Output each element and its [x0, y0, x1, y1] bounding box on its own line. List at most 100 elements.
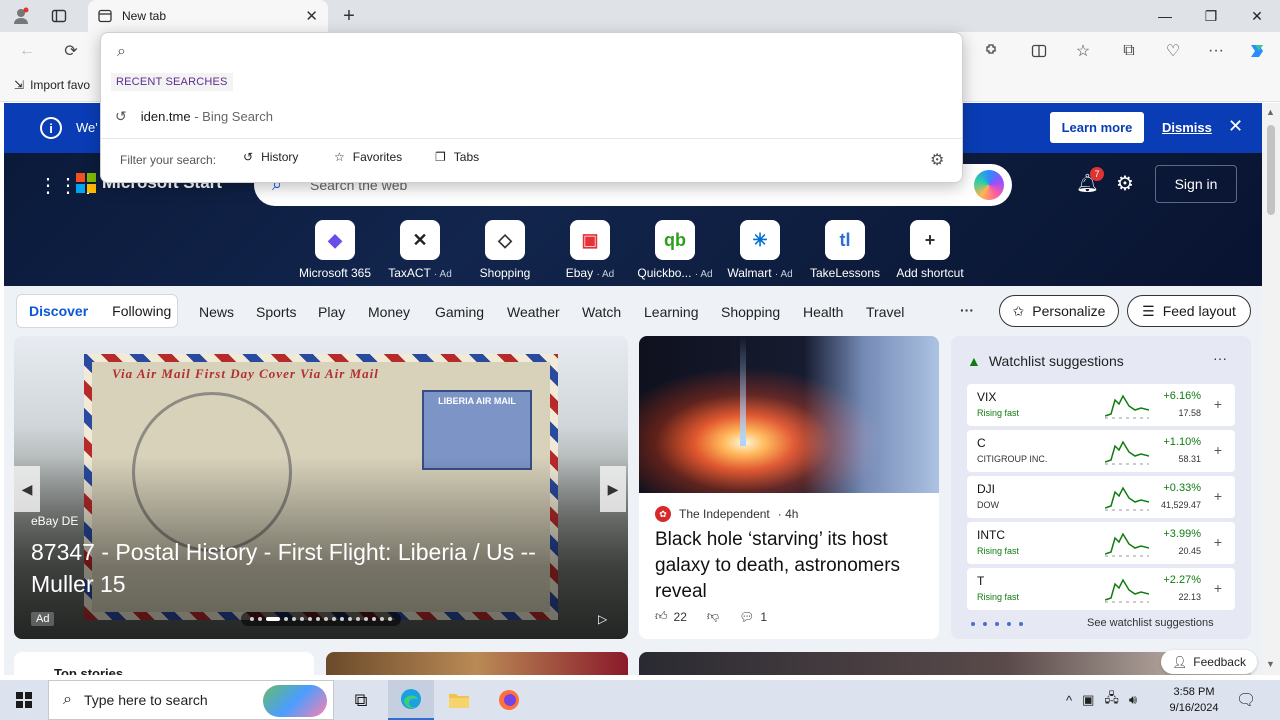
filter-history[interactable]: ↺ History: [243, 150, 298, 164]
tray-overflow-icon[interactable]: ^: [1066, 693, 1072, 708]
shortcut-tile[interactable]: ◆ Microsoft 365: [291, 220, 379, 280]
filter-tabs[interactable]: ❐ Tabs: [435, 150, 479, 164]
scroll-up-icon[interactable]: ▲: [1266, 107, 1275, 117]
watchlist-more-button[interactable]: ···: [1213, 350, 1227, 366]
tab-travel[interactable]: Travel: [866, 304, 904, 320]
notifications-icon[interactable]: 🔔︎ 7: [1076, 167, 1104, 194]
thumbs-up-icon[interactable]: 👍︎: [655, 609, 668, 624]
start-button[interactable]: [0, 680, 48, 720]
firefox-icon[interactable]: [486, 680, 532, 720]
shortcut-tile[interactable]: ▣ Ebay · Ad: [546, 220, 634, 280]
shortcut-tile[interactable]: ✳ Walmart · Ad: [716, 220, 804, 280]
split-screen-icon[interactable]: [1026, 39, 1052, 63]
close-tab-icon[interactable]: ✕: [305, 7, 318, 25]
shortcut-tile[interactable]: qb Quickbo... · Ad: [631, 220, 719, 280]
volume-icon[interactable]: 🔊︎: [1129, 692, 1137, 708]
notification-center-icon[interactable]: 🗨︎: [1236, 690, 1256, 710]
tab-gaming[interactable]: Gaming: [435, 304, 484, 320]
tab-actions-icon[interactable]: [46, 4, 72, 28]
tab-health[interactable]: Health: [803, 304, 843, 320]
top-stories-card[interactable]: Top stories: [14, 652, 314, 675]
scroll-down-icon[interactable]: ▼: [1266, 659, 1275, 669]
taskbar-search[interactable]: ⌕ Type here to search: [48, 680, 334, 720]
filter-favorites[interactable]: ☆ Favorites: [334, 150, 402, 164]
settings-more-icon[interactable]: ···: [1203, 39, 1229, 63]
add-to-watchlist-icon[interactable]: +: [1211, 443, 1225, 457]
network-icon[interactable]: 🖧︎: [1104, 689, 1119, 711]
food-image-card[interactable]: [326, 652, 628, 675]
tab-weather[interactable]: Weather: [507, 304, 560, 320]
search-highlight-icon[interactable]: [263, 685, 327, 717]
carousel-next-icon[interactable]: ▶: [600, 466, 626, 512]
tab-play[interactable]: Play: [318, 304, 345, 320]
stock-row[interactable]: DJI DOW +0.33% 41,529.47 +: [967, 476, 1235, 518]
page-scrollbar[interactable]: ▲ ▼: [1262, 103, 1280, 675]
add-to-watchlist-icon[interactable]: +: [1211, 397, 1225, 411]
dismiss-link[interactable]: Dismiss: [1162, 120, 1212, 135]
stock-row[interactable]: VIX Rising fast +6.16% 17.58 +: [967, 384, 1235, 426]
watchlist-title[interactable]: Watchlist suggestions: [989, 353, 1124, 369]
feed-layout-button[interactable]: ☰ Feed layout: [1127, 295, 1251, 327]
adchoices-icon[interactable]: ▷: [598, 612, 607, 626]
profile-icon[interactable]: [8, 4, 34, 28]
add-to-watchlist-icon[interactable]: +: [1211, 489, 1225, 503]
photo-card[interactable]: [639, 652, 1251, 675]
shortcut-tile[interactable]: + Add shortcut: [886, 220, 974, 280]
device-icon[interactable]: ▣: [1082, 692, 1094, 708]
tab-sports[interactable]: Sports: [256, 304, 296, 320]
watchlist-pager[interactable]: [971, 622, 1023, 626]
shortcut-tile[interactable]: ◇ Shopping: [461, 220, 549, 280]
shortcut-tile[interactable]: ✕ TaxACT · Ad: [376, 220, 464, 280]
carousel-prev-icon[interactable]: ◀: [14, 466, 40, 512]
close-window-button[interactable]: ✕: [1234, 0, 1280, 32]
featured-ad-card[interactable]: Via Air Mail First Day Cover Via Air Mai…: [14, 336, 628, 639]
copilot-icon[interactable]: [1244, 39, 1270, 63]
learn-more-button[interactable]: Learn more: [1050, 112, 1144, 143]
tab-news[interactable]: News: [199, 304, 234, 320]
edge-taskbar-icon[interactable]: [388, 680, 434, 720]
news-card[interactable]: ✿ The Independent · 4h Black hole ‘starv…: [639, 336, 939, 639]
shortcut-tile[interactable]: tl TakeLessons: [801, 220, 889, 280]
discover-tab[interactable]: Discover: [17, 303, 100, 319]
browser-essentials-icon[interactable]: ♡: [1160, 39, 1186, 63]
tab-shopping[interactable]: Shopping: [721, 304, 780, 320]
tab-money[interactable]: Money: [368, 304, 410, 320]
close-banner-icon[interactable]: ✕: [1228, 116, 1243, 137]
tab-watch[interactable]: Watch: [582, 304, 621, 320]
news-title[interactable]: Black hole ‘starving’ its host galaxy to…: [655, 527, 930, 605]
copilot-search-icon[interactable]: [974, 170, 1004, 200]
back-icon[interactable]: ←: [14, 39, 40, 63]
recent-search-item[interactable]: ↺ iden.tme - Bing Search: [115, 105, 950, 127]
thumbs-down-icon[interactable]: 👎︎: [707, 609, 719, 624]
search-settings-icon[interactable]: ⚙: [930, 150, 944, 170]
file-explorer-icon[interactable]: [436, 680, 482, 720]
see-watchlist-link[interactable]: See watchlist suggestions: [1087, 617, 1214, 629]
stock-row[interactable]: INTC Rising fast +3.99% 20.45 +: [967, 522, 1235, 564]
collections-icon[interactable]: ⧉: [1116, 39, 1142, 63]
tab-learning[interactable]: Learning: [644, 304, 699, 320]
feedback-button[interactable]: 👤︎ Feedback: [1161, 650, 1257, 674]
taskbar-clock[interactable]: 3:58 PM 9/16/2024: [1164, 684, 1224, 716]
personalize-button[interactable]: ✩ Personalize: [999, 295, 1119, 327]
add-to-watchlist-icon[interactable]: +: [1211, 535, 1225, 549]
add-to-watchlist-icon[interactable]: +: [1211, 581, 1225, 595]
scrollbar-thumb[interactable]: [1267, 125, 1275, 215]
following-tab[interactable]: Following: [100, 303, 183, 319]
new-tab-button[interactable]: +: [336, 3, 362, 29]
extensions-icon[interactable]: [978, 39, 1004, 63]
comment-icon[interactable]: 💬︎: [739, 610, 754, 624]
page-settings-icon[interactable]: ⚙: [1116, 171, 1134, 196]
stock-row[interactable]: T Rising fast +2.27% 22.13 +: [967, 568, 1235, 610]
card-headline[interactable]: 87347 - Postal History - First Flight: L…: [31, 536, 601, 600]
more-categories-button[interactable]: ···: [960, 302, 974, 318]
carousel-indicator[interactable]: [241, 612, 401, 626]
task-view-icon[interactable]: ⧉: [338, 680, 384, 720]
restore-button[interactable]: ❐: [1188, 0, 1234, 32]
stock-row[interactable]: C CITIGROUP INC. +1.10% 58.31 +: [967, 430, 1235, 472]
minimize-button[interactable]: —: [1142, 0, 1188, 32]
tab-new-tab[interactable]: New tab ✕: [88, 0, 328, 32]
sign-in-button[interactable]: Sign in: [1155, 165, 1237, 203]
favorites-icon[interactable]: ☆: [1070, 39, 1096, 63]
refresh-icon[interactable]: ⟳: [58, 39, 84, 63]
import-favorites-item[interactable]: ⇲ Import favo: [14, 78, 90, 92]
